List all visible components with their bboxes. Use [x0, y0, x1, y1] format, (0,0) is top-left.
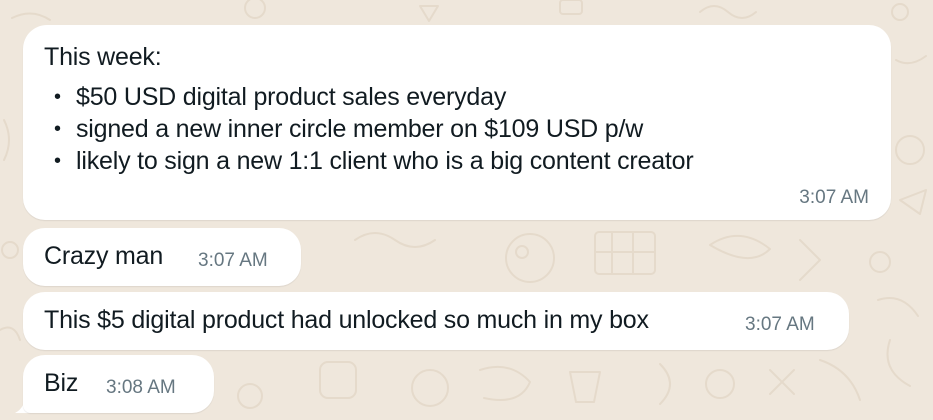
message-text: This $5 digital product had unlocked so …	[44, 306, 649, 334]
chat-messages: This week: • $50 USD digital product sale…	[0, 0, 933, 420]
list-item: • signed a new inner circle member on $10…	[47, 113, 694, 145]
message-text: Crazy man	[44, 242, 164, 270]
bullet-icon: •	[54, 150, 61, 172]
message-bullet-list: • $50 USD digital product sales everyday …	[47, 81, 694, 177]
list-item-text: signed a new inner circle member on $109…	[76, 115, 644, 143]
message-timestamp: 3:07 AM	[198, 250, 268, 271]
message-timestamp: 3:08 AM	[106, 377, 176, 398]
list-item-text: likely to sign a new 1:1 client who is a…	[76, 147, 694, 175]
message-bubble[interactable]: This week: • $50 USD digital product sale…	[23, 25, 891, 220]
message-heading: This week:	[44, 43, 162, 71]
message-text: Biz	[44, 369, 79, 397]
message-timestamp: 3:07 AM	[745, 314, 815, 335]
message-timestamp: 3:07 AM	[799, 187, 869, 208]
message-bubble[interactable]: Biz 3:08 AM	[23, 355, 214, 413]
message-bubble[interactable]: This $5 digital product had unlocked so …	[23, 292, 849, 350]
bullet-icon: •	[54, 86, 61, 108]
list-item: • $50 USD digital product sales everyday	[47, 81, 694, 113]
list-item: • likely to sign a new 1:1 client who is …	[47, 145, 694, 177]
bullet-icon: •	[54, 118, 61, 140]
list-item-text: $50 USD digital product sales everyday	[76, 83, 507, 111]
message-bubble[interactable]: Crazy man 3:07 AM	[23, 228, 301, 286]
